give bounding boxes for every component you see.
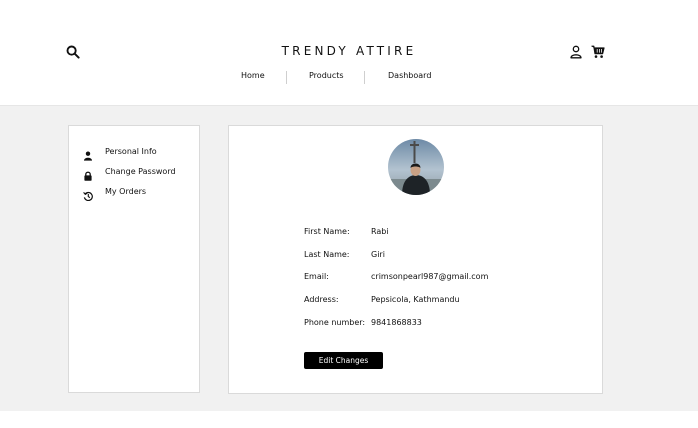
sidebar-item-label: Change Password — [105, 166, 176, 176]
person-icon — [83, 146, 93, 161]
last-name-value: Giri — [371, 250, 385, 259]
edit-changes-button[interactable]: Edit Changes — [304, 352, 383, 369]
email-label: Email: — [304, 272, 329, 281]
nav-home[interactable]: Home — [241, 71, 265, 80]
account-sidebar: Personal Info Change Password My Orders — [68, 125, 200, 393]
cart-icon — [591, 45, 605, 58]
first-name-value: Rabi — [371, 227, 389, 236]
avatar — [388, 139, 444, 195]
email-value: crimsonpearl987@gmail.com — [371, 272, 489, 281]
phone-value: 9841868833 — [371, 318, 422, 327]
phone-label: Phone number: — [304, 318, 366, 327]
site-header: TRENDY ATTIRE Home Products Dashboard — [0, 0, 698, 105]
cart-button[interactable] — [591, 44, 605, 58]
nav-dashboard[interactable]: Dashboard — [388, 71, 431, 80]
sidebar-item-label: Personal Info — [105, 146, 157, 156]
main-nav: Home Products Dashboard — [0, 71, 698, 85]
profile-panel: First Name: Rabi Last Name: Giri Email: … — [228, 125, 603, 394]
nav-products[interactable]: Products — [309, 71, 344, 80]
last-name-label: Last Name: — [304, 250, 350, 259]
sidebar-item-my-orders[interactable]: My Orders — [83, 184, 147, 202]
account-button[interactable] — [570, 44, 582, 59]
sidebar-item-label: My Orders — [105, 186, 147, 196]
user-icon — [570, 45, 582, 59]
first-name-label: First Name: — [304, 227, 350, 236]
address-label: Address: — [304, 295, 339, 304]
nav-divider — [286, 71, 287, 84]
sidebar-item-change-password[interactable]: Change Password — [83, 164, 176, 181]
lock-icon — [83, 166, 93, 181]
nav-divider — [364, 71, 365, 84]
address-value: Pepsicola, Kathmandu — [371, 295, 460, 304]
history-icon — [83, 186, 93, 202]
sidebar-item-personal-info[interactable]: Personal Info — [83, 144, 157, 161]
